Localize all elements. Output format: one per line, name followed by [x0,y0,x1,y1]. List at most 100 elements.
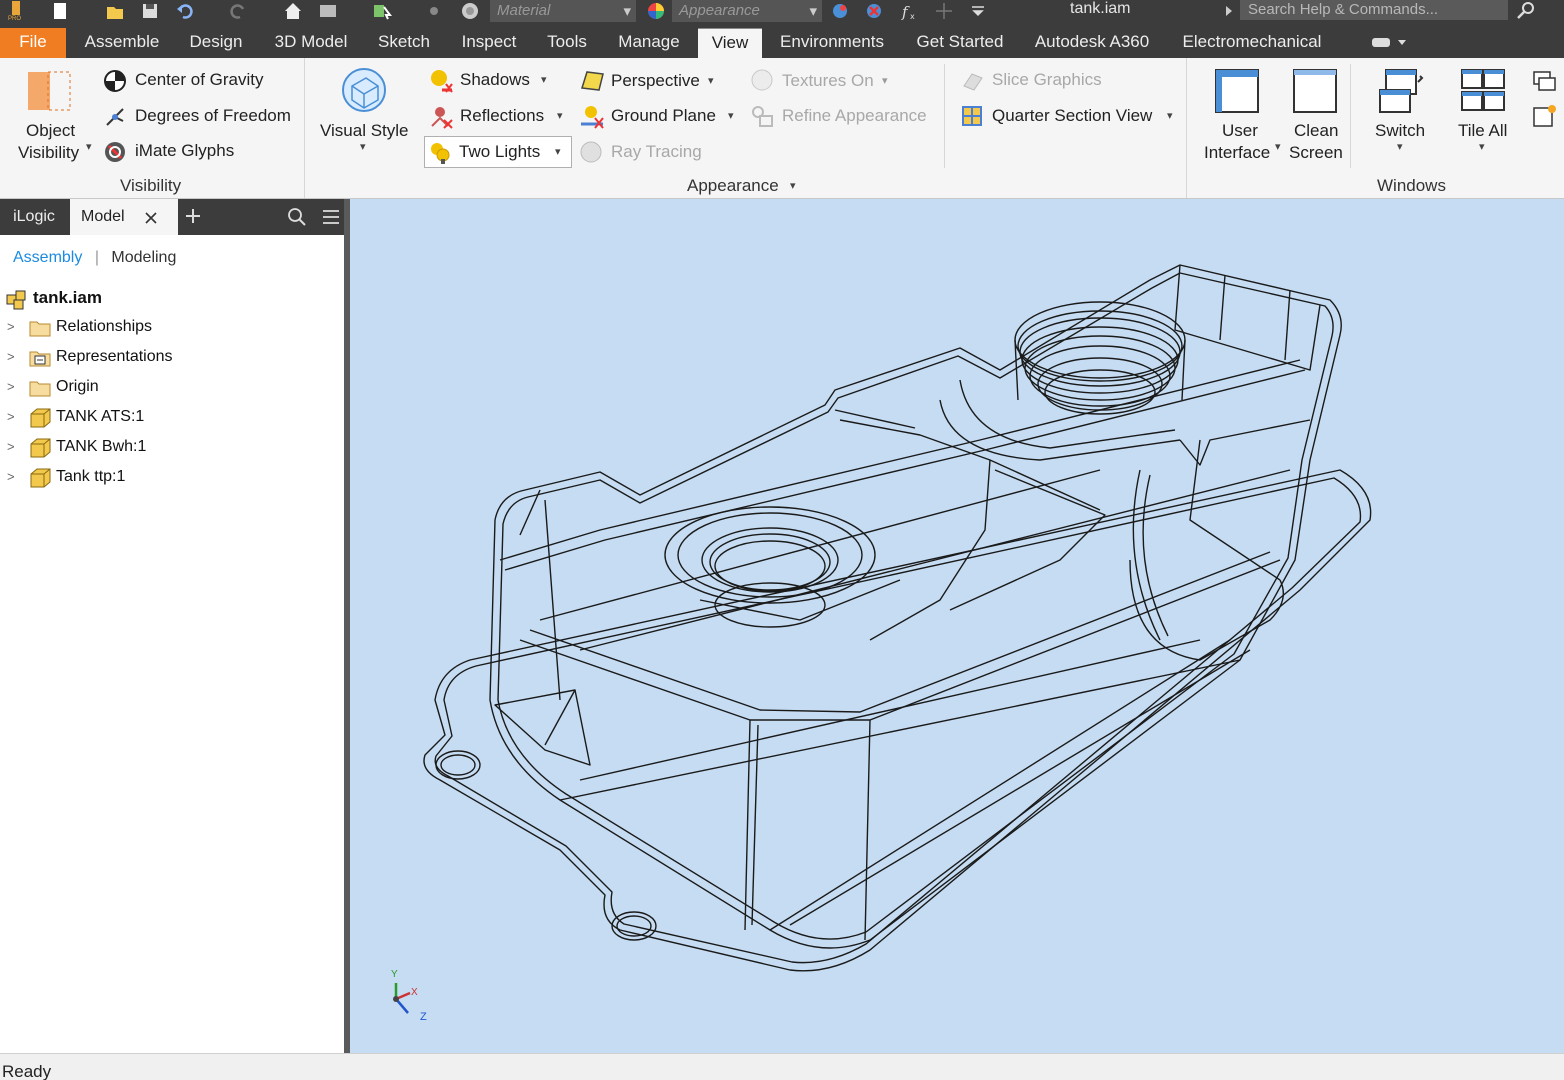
object-visibility-label-1[interactable]: Object [26,121,75,141]
chevron-down-icon[interactable]: ▾ [86,140,92,153]
tree-item-tank-ttp[interactable]: > Tank ttp:1 [0,465,346,493]
adjust-appearance-icon[interactable] [830,1,850,21]
ground-plane-icon[interactable] [579,104,605,130]
textures-on-icon[interactable] [750,68,776,94]
degrees-of-freedom-icon[interactable] [103,105,127,129]
user-interface-label-1[interactable]: User [1222,121,1258,141]
tree-item-origin[interactable]: > Origin [0,375,346,403]
chevron-down-icon[interactable]: ▾ [1275,140,1281,153]
switch-button[interactable]: Switch [1375,121,1425,141]
slice-graphics-icon[interactable] [960,68,986,94]
appearance-dropdown[interactable]: Appearance [672,0,822,22]
center-of-gravity-button[interactable]: Center of Gravity [135,70,264,90]
chevron-right-icon[interactable] [1224,4,1234,18]
redo-icon[interactable] [228,1,248,21]
ray-tracing-icon[interactable] [579,140,605,166]
visual-style-button[interactable]: Visual Style [320,121,409,141]
menu-icon[interactable] [321,208,341,226]
perspective-icon[interactable] [579,68,605,94]
tab-ilogic[interactable]: iLogic [0,199,68,235]
tab-assemble[interactable]: Assemble [72,28,172,58]
parameters-fx-icon[interactable]: fx [900,1,920,21]
quarter-section-view-icon[interactable] [960,104,986,130]
open-icon[interactable] [105,1,125,21]
tab-view[interactable]: View [698,28,762,58]
tile-all-button[interactable]: Tile All [1458,121,1507,141]
save-icon[interactable] [140,1,160,21]
reflections-button[interactable]: Reflections [460,106,544,126]
close-icon[interactable] [144,211,158,225]
customize-qat-icon[interactable] [968,1,988,21]
tree-item-representations[interactable]: > Representations [0,345,346,373]
chevron-down-icon[interactable]: ▾ [1167,109,1173,122]
tree-root[interactable]: tank.iam [0,285,346,313]
material-dropdown[interactable]: Material [490,0,636,22]
tab-sketch[interactable]: Sketch [366,28,442,58]
tab-autodesk-a360[interactable]: Autodesk A360 [1024,28,1160,58]
undo-icon[interactable] [175,1,195,21]
ground-plane-button[interactable]: Ground Plane [611,106,716,126]
tab-get-started[interactable]: Get Started [904,28,1016,58]
new-window-icon[interactable] [1532,104,1558,130]
tree-item-relationships[interactable]: > Relationships [0,315,346,343]
inventor-pro-logo-icon[interactable]: PRO [6,1,26,21]
imate-glyphs-button[interactable]: iMate Glyphs [135,141,234,161]
reflections-icon[interactable] [428,104,454,130]
subtab-modeling[interactable]: Modeling [111,249,176,266]
tank-wireframe-model[interactable] [350,199,1564,1053]
perspective-button[interactable]: Perspective [611,71,700,91]
chevron-right-icon[interactable]: > [7,349,15,364]
chevron-down-icon[interactable]: ▾ [728,109,734,122]
tab-model[interactable]: Model [70,199,178,235]
color-wheel-icon[interactable] [646,1,666,21]
new-file-icon[interactable] [50,1,70,21]
tab-manage[interactable]: Manage [606,28,692,58]
chevron-down-icon[interactable]: ▾ [360,140,366,153]
ray-tracing-button[interactable]: Ray Tracing [611,142,702,162]
search-icon[interactable] [287,207,307,227]
degrees-of-freedom-button[interactable]: Degrees of Freedom [135,106,291,126]
chevron-down-icon[interactable]: ▾ [1397,140,1403,153]
measure-icon[interactable] [424,1,444,21]
tab-tools[interactable]: Tools [536,28,598,58]
clean-screen-label-1[interactable]: Clean [1294,121,1338,141]
shadows-icon[interactable] [428,68,454,94]
add-tab-icon[interactable] [185,208,201,224]
refine-appearance-icon[interactable] [750,104,776,130]
chevron-down-icon[interactable]: ▾ [790,179,796,192]
textures-on-button[interactable]: Textures On [782,71,874,91]
tree-item-tank-ats[interactable]: > TANK ATS:1 [0,405,346,433]
chevron-down-icon[interactable]: ▾ [1479,140,1485,153]
object-visibility-icon[interactable] [24,70,74,114]
tab-design[interactable]: Design [176,28,256,58]
clear-appearance-icon[interactable] [864,1,884,21]
chevron-down-icon[interactable]: ▾ [557,109,563,122]
graphics-viewport[interactable]: Y X Z [350,199,1564,1053]
tab-inspect[interactable]: Inspect [450,28,528,58]
search-help-input[interactable]: Search Help & Commands... [1240,0,1508,20]
update-icon[interactable] [318,1,338,21]
quarter-section-view-button[interactable]: Quarter Section View [992,106,1152,126]
subtab-assembly[interactable]: Assembly [13,249,82,266]
tab-file[interactable]: File [0,28,66,58]
switch-window-icon[interactable] [1378,68,1426,116]
workplane-icon[interactable] [934,1,954,21]
chevron-right-icon[interactable]: > [7,469,15,484]
refine-appearance-button[interactable]: Refine Appearance [782,106,927,126]
tree-item-tank-bwh[interactable]: > TANK Bwh:1 [0,435,346,463]
shadows-button[interactable]: Shadows [460,70,530,90]
center-of-gravity-icon[interactable] [103,69,127,93]
tab-electromechanical[interactable]: Electromechanical [1170,28,1334,58]
chevron-right-icon[interactable]: > [7,319,15,334]
chevron-down-icon[interactable]: ▾ [708,74,714,87]
tile-all-icon[interactable] [1460,68,1508,116]
object-visibility-label-2[interactable]: Visibility [18,143,79,163]
chevron-down-icon[interactable]: ▾ [882,74,888,87]
select-icon[interactable] [372,1,392,21]
appearance-ball-icon[interactable] [460,1,480,21]
chevron-right-icon[interactable]: > [7,439,15,454]
visual-style-icon[interactable] [340,66,390,116]
chevron-right-icon[interactable]: > [7,379,15,394]
user-interface-icon[interactable] [1214,68,1262,116]
clean-screen-icon[interactable] [1292,68,1340,116]
